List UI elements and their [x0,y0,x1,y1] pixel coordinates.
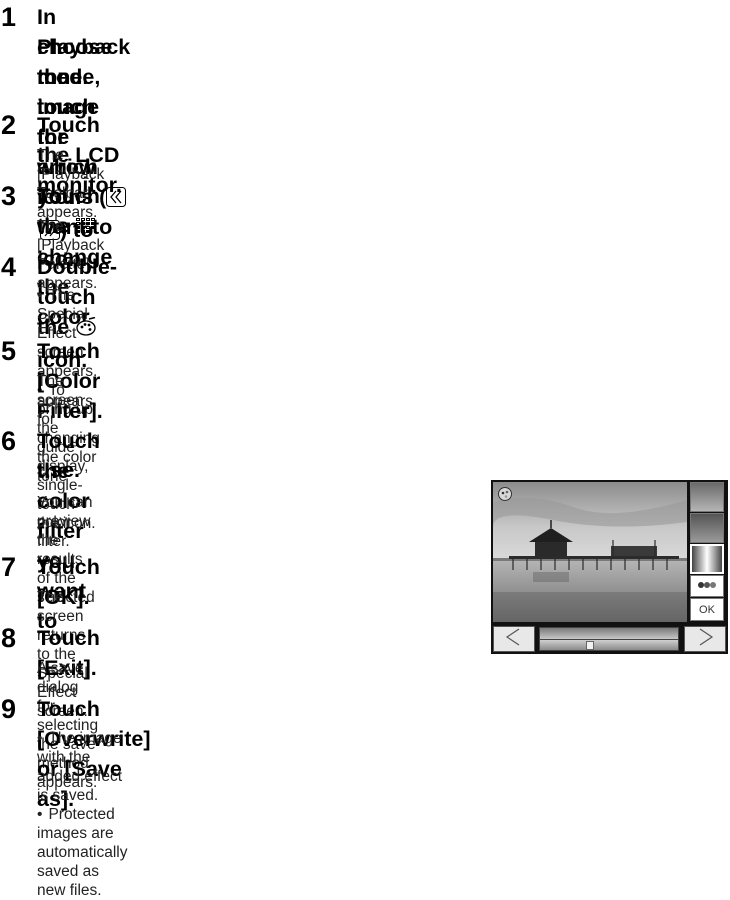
filter-strength-bar [491,624,728,654]
step-heading-line: use. [37,458,81,482]
list-item: Protected images are automatically saved… [37,805,127,900]
step-number: 2 [1,110,17,140]
right-arrow-button[interactable] [684,626,726,652]
step-number: 7 [1,552,17,582]
step-number: 6 [1,426,17,456]
step-number: 1 [1,2,17,32]
step-number: 3 [1,181,17,211]
filter-icon [696,577,718,595]
slider-track [540,639,678,640]
pier-photo [493,482,687,622]
filter-swatch-button[interactable] [690,513,724,543]
right-arrow-icon [692,627,718,652]
filter-swatch-button[interactable] [690,482,724,512]
special-effect-icon[interactable] [497,486,513,507]
step-number: 9 [1,694,17,724]
filter-sidebar: OK [688,482,726,622]
left-arrow-icon [501,627,527,652]
slider-handle[interactable] [586,641,594,650]
step-number: 4 [1,252,17,282]
camera-lcd-screen: OK [491,480,728,654]
step-description: color filter. [37,514,71,550]
step-heading-line: tone. [37,65,89,89]
list-item: The image with the added effect is saved… [37,729,127,805]
ok-button[interactable]: OK [690,598,724,621]
step-number: 5 [1,336,17,366]
selected-filter-swatch-button[interactable] [690,544,724,574]
filter-slider[interactable] [539,627,679,651]
step-description: appears. [37,393,98,410]
bullet-list: The image with the added effect is saved… [37,729,127,900]
filter-options-button[interactable] [690,575,724,597]
left-arrow-button[interactable] [493,626,535,652]
step-number: 8 [1,623,17,653]
